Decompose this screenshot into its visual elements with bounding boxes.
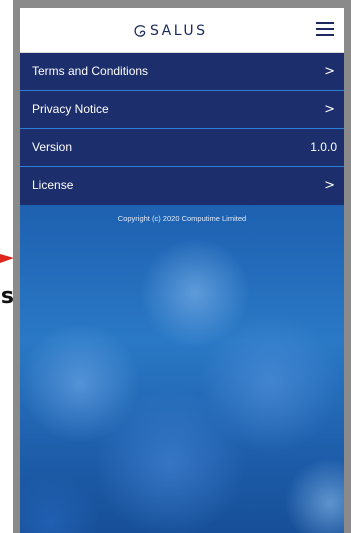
app-screen: SALUS Terms and Conditions > Privacy Not… [20,8,344,533]
chevron-right-icon: > [324,64,335,79]
app-header: SALUS [20,8,344,53]
logo-wordmark: SALUS [150,23,208,39]
salus-swirl-icon [134,25,146,37]
callout-label: s [0,284,14,309]
menu-item-license[interactable]: License > [20,167,344,205]
menu-item-label: License [32,178,74,192]
pointer-arrow-icon [0,254,14,263]
screenshot-stage: s SALUS Terms and Conditions > Privacy N… [0,0,351,533]
salus-logo: SALUS [132,20,207,42]
menu-item-terms[interactable]: Terms and Conditions > [20,53,344,91]
phone-frame: SALUS Terms and Conditions > Privacy Not… [13,0,351,533]
chevron-right-icon: > [324,178,335,193]
chevron-right-icon: > [324,102,335,117]
copyright-text: Copyright (c) 2020 Computime Limited [117,214,247,223]
settings-menu-list: Terms and Conditions > Privacy Notice > … [20,53,344,205]
version-value: 1.0.0 [310,140,337,154]
menu-item-privacy[interactable]: Privacy Notice > [20,91,344,129]
hamburger-menu-icon[interactable] [316,21,334,37]
menu-item-label: Terms and Conditions [32,64,149,78]
menu-item-version: Version 1.0.0 [20,129,344,167]
menu-item-label: Version [32,140,73,154]
menu-item-label: Privacy Notice [32,102,109,116]
